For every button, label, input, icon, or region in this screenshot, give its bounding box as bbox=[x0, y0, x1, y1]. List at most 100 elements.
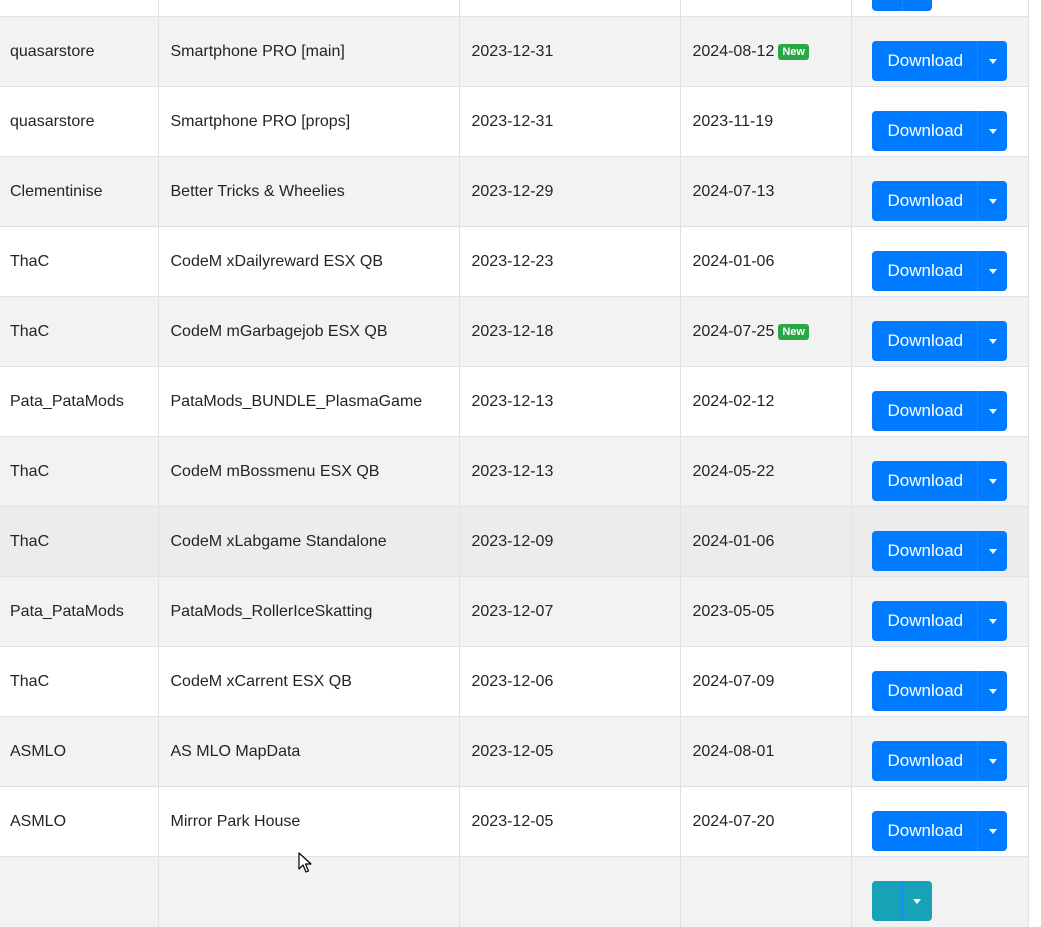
download-cell: Download bbox=[851, 436, 1029, 507]
download-button[interactable]: Download bbox=[871, 41, 978, 81]
table-row: ThaC CodeM mGarbagejob ESX QB 2023-12-18 20… bbox=[0, 296, 1029, 367]
created-date-cell-text: 2023-12-18 bbox=[471, 323, 554, 340]
caret-down-icon bbox=[988, 198, 997, 204]
created-date-cell bbox=[459, 856, 681, 927]
download-button[interactable]: Download bbox=[871, 321, 978, 361]
updated-date-cell-text: 2024-07-13 bbox=[692, 183, 775, 200]
download-button[interactable] bbox=[871, 881, 902, 921]
author-cell-text: Pata_PataMods bbox=[10, 603, 124, 620]
download-button[interactable]: Download bbox=[871, 671, 978, 711]
updated-date-cell: 2024-07-13 bbox=[680, 156, 852, 227]
resource-name-cell: Smartphone PRO [props] bbox=[158, 86, 460, 157]
author-cell-text: ASMLO bbox=[10, 743, 67, 760]
download-button-group: Download bbox=[871, 671, 1008, 711]
download-button[interactable]: Download bbox=[871, 461, 978, 501]
updated-date-cell-text: 2024-08-01 bbox=[692, 743, 775, 760]
resource-name-cell: CodeM mGarbagejob ESX QB bbox=[158, 296, 460, 367]
author-cell: ASMLO bbox=[0, 786, 159, 857]
download-button[interactable]: Download bbox=[871, 251, 978, 291]
download-cell: Download bbox=[851, 296, 1029, 367]
caret-down-icon bbox=[988, 478, 997, 484]
download-button[interactable]: Download bbox=[871, 601, 978, 641]
resource-table: quasarstore Smartphone PRO [main] 2023-12-… bbox=[0, 0, 1029, 927]
updated-date-cell-text: 2023-11-19 bbox=[692, 113, 774, 130]
download-dropdown-toggle[interactable] bbox=[977, 111, 1008, 151]
download-button-group: Download bbox=[871, 111, 1008, 151]
author-cell bbox=[0, 0, 159, 17]
download-button[interactable]: Download bbox=[871, 391, 978, 431]
resource-name-cell-text: CodeM xDailyreward ESX QB bbox=[170, 253, 384, 270]
created-date-cell: 2023-12-06 bbox=[459, 646, 681, 717]
resource-name-cell-text: Better Tricks & Wheelies bbox=[170, 183, 345, 200]
created-date-cell-text: 2023-12-31 bbox=[471, 43, 554, 60]
caret-down-icon bbox=[988, 548, 997, 554]
updated-date-cell: 2024-07-09 bbox=[680, 646, 852, 717]
resource-name-cell: AS MLO MapData bbox=[158, 716, 460, 787]
download-button[interactable]: Download bbox=[871, 181, 978, 221]
download-dropdown-toggle[interactable] bbox=[977, 181, 1008, 221]
download-cell: Download bbox=[851, 506, 1029, 577]
updated-date-cell: 2024-07-25 New bbox=[680, 296, 852, 367]
resource-name-cell-text: Smartphone PRO [main] bbox=[170, 43, 345, 60]
caret-down-icon bbox=[988, 58, 997, 64]
caret-down-icon bbox=[988, 688, 997, 694]
created-date-cell: 2023-12-13 bbox=[459, 436, 681, 507]
download-dropdown-toggle[interactable] bbox=[977, 531, 1008, 571]
download-cell: Download bbox=[851, 226, 1029, 297]
caret-down-icon bbox=[988, 128, 997, 134]
download-button[interactable]: Download bbox=[871, 811, 978, 851]
download-dropdown-toggle[interactable] bbox=[977, 811, 1008, 851]
resource-name-cell bbox=[158, 0, 460, 17]
download-cell bbox=[851, 856, 1029, 927]
updated-date-cell: 2024-01-06 bbox=[680, 506, 852, 577]
download-dropdown-toggle[interactable] bbox=[977, 251, 1008, 291]
download-dropdown-toggle[interactable] bbox=[901, 0, 932, 11]
download-cell: Download bbox=[851, 786, 1029, 857]
download-cell: Download bbox=[851, 86, 1029, 157]
download-button-group: Download bbox=[871, 391, 1008, 431]
caret-down-icon bbox=[988, 338, 997, 344]
author-cell: ThaC bbox=[0, 506, 159, 577]
table-row: ASMLO AS MLO MapData 2023-12-05 2024-08-01 D… bbox=[0, 716, 1029, 787]
author-cell-text: ThaC bbox=[10, 533, 50, 550]
table-row: Pata_PataMods PataMods_BUNDLE_PlasmaGame 2… bbox=[0, 366, 1029, 437]
download-button-group: Download bbox=[871, 321, 1008, 361]
new-badge: New bbox=[778, 324, 809, 340]
created-date-cell: 2023-12-29 bbox=[459, 156, 681, 227]
download-button-group: Download bbox=[871, 531, 1008, 571]
download-dropdown-toggle[interactable] bbox=[977, 41, 1008, 81]
download-dropdown-toggle[interactable] bbox=[977, 741, 1008, 781]
author-cell: ThaC bbox=[0, 296, 159, 367]
created-date-cell: 2023-12-31 bbox=[459, 86, 681, 157]
created-date-cell: 2023-12-23 bbox=[459, 226, 681, 297]
created-date-cell: 2023-12-05 bbox=[459, 786, 681, 857]
download-cell: Download bbox=[851, 366, 1029, 437]
download-dropdown-toggle[interactable] bbox=[977, 601, 1008, 641]
download-button[interactable]: Download bbox=[871, 531, 978, 571]
author-cell-text: ASMLO bbox=[10, 813, 67, 830]
download-button[interactable]: Download bbox=[871, 111, 978, 151]
resource-table-wrapper: quasarstore Smartphone PRO [main] 2023-12-… bbox=[0, 0, 1029, 927]
updated-date-cell: 2023-05-05 bbox=[680, 576, 852, 647]
resource-name-cell-text: CodeM mGarbagejob ESX QB bbox=[170, 323, 388, 340]
resource-name-cell: CodeM xLabgame Standalone bbox=[158, 506, 460, 577]
download-dropdown-toggle[interactable] bbox=[977, 391, 1008, 431]
updated-date-cell-text: 2024-02-12 bbox=[692, 393, 775, 410]
download-button[interactable] bbox=[871, 0, 902, 11]
mouse-pointer-icon bbox=[298, 852, 312, 873]
download-dropdown-toggle[interactable] bbox=[977, 461, 1008, 501]
download-button-group bbox=[871, 0, 932, 11]
caret-down-icon bbox=[913, 898, 921, 904]
author-cell-text: quasarstore bbox=[10, 113, 95, 130]
resource-name-cell-text: CodeM xLabgame Standalone bbox=[170, 533, 387, 550]
download-dropdown-toggle[interactable] bbox=[901, 881, 932, 921]
download-button[interactable]: Download bbox=[871, 741, 978, 781]
download-dropdown-toggle[interactable] bbox=[977, 671, 1008, 711]
author-cell: Clementinise bbox=[0, 156, 159, 227]
download-dropdown-toggle[interactable] bbox=[977, 321, 1008, 361]
created-date-cell: 2023-12-31 bbox=[459, 16, 681, 87]
download-button-group: Download bbox=[871, 41, 1008, 81]
updated-date-cell bbox=[680, 856, 852, 927]
new-badge: New bbox=[778, 44, 809, 60]
author-cell-text: ThaC bbox=[10, 463, 50, 480]
